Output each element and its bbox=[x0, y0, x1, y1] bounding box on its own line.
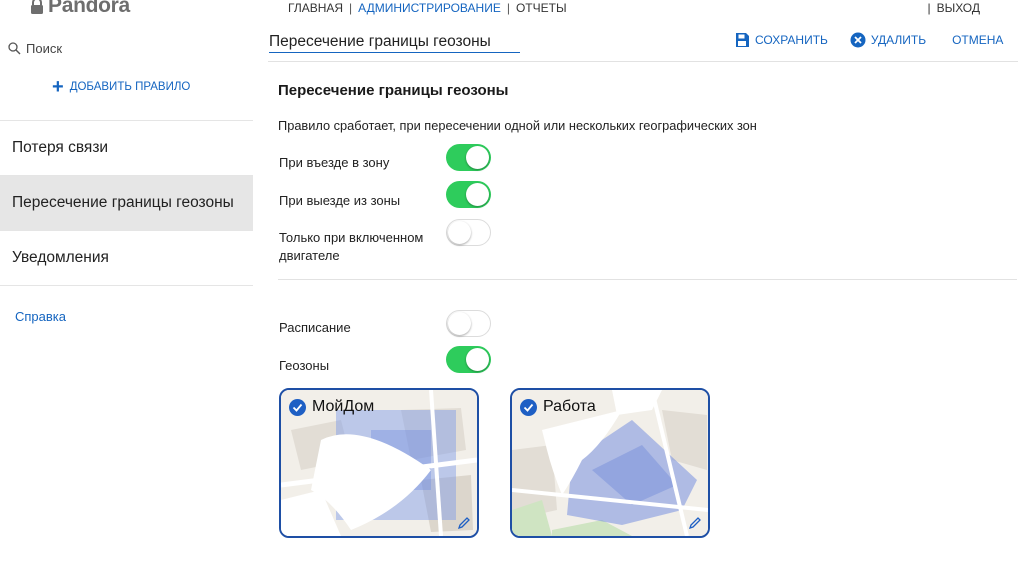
search-box bbox=[0, 30, 253, 66]
toggle-knob bbox=[466, 183, 489, 206]
rule-description: Правило сработает, при пересечении одной… bbox=[278, 118, 757, 133]
save-button[interactable]: СОХРАНИТЬ bbox=[734, 32, 828, 48]
help-link[interactable]: Справка bbox=[15, 309, 66, 324]
delete-label: УДАЛИТЬ bbox=[870, 33, 927, 47]
nav-separator: | bbox=[349, 1, 353, 15]
edit-icon[interactable] bbox=[688, 516, 702, 530]
app-logo[interactable]: Pandora bbox=[30, 0, 130, 17]
rule-item-geozone-crossing[interactable]: Пересечение границы геозоны bbox=[0, 176, 253, 231]
action-bar: СОХРАНИТЬ УДАЛИТЬ ОТМЕНА bbox=[734, 32, 1003, 48]
plus-icon: + bbox=[52, 76, 64, 98]
nav-reports[interactable]: ОТЧЕТЫ bbox=[516, 1, 567, 15]
geozone-name: МойДом bbox=[312, 398, 375, 415]
cancel-label: ОТМЕНА bbox=[952, 33, 1004, 47]
geozones-label: Геозоны bbox=[279, 358, 330, 373]
check-icon bbox=[289, 398, 306, 416]
save-label: СОХРАНИТЬ bbox=[755, 33, 828, 47]
delete-icon bbox=[850, 32, 866, 48]
geozone-card-home[interactable]: МойДом bbox=[279, 388, 479, 538]
enter-zone-toggle[interactable] bbox=[446, 144, 491, 171]
rule-name-field[interactable]: Пересечение границы геозоны bbox=[269, 33, 520, 53]
toggle-knob bbox=[466, 348, 489, 371]
add-rule-label: ДОБАВИТЬ ПРАВИЛО bbox=[69, 81, 191, 93]
rule-item-notifications[interactable]: Уведомления bbox=[0, 231, 253, 286]
search-icon bbox=[8, 41, 21, 54]
exit-area: | ВЫХОД bbox=[927, 1, 980, 15]
lock-icon bbox=[31, 0, 43, 14]
check-icon bbox=[520, 398, 537, 416]
card-header: МойДом bbox=[289, 398, 374, 416]
rule-item-connection-loss[interactable]: Потеря связи bbox=[0, 121, 253, 176]
rule-list: Потеря связи Пересечение границы геозоны… bbox=[0, 120, 253, 286]
top-navigation: ГЛАВНАЯ | АДМИНИСТРИРОВАНИЕ | ОТЧЕТЫ bbox=[288, 1, 567, 15]
save-icon bbox=[736, 33, 749, 47]
exit-link[interactable]: ВЫХОД bbox=[937, 1, 980, 15]
nav-home[interactable]: ГЛАВНАЯ bbox=[288, 1, 343, 15]
search-input[interactable] bbox=[26, 40, 226, 56]
nav-separator: | bbox=[506, 1, 510, 15]
add-rule-button[interactable]: + ДОБАВИТЬ ПРАВИЛО bbox=[52, 76, 191, 98]
schedule-toggle[interactable] bbox=[446, 310, 491, 337]
engine-on-toggle[interactable] bbox=[446, 219, 491, 246]
engine-on-label: Только при включенном двигателе bbox=[279, 230, 424, 263]
geozone-name: Работа bbox=[543, 398, 596, 415]
nav-administration[interactable]: АДМИНИСТРИРОВАНИЕ bbox=[358, 1, 501, 15]
header-divider bbox=[268, 61, 1018, 62]
delete-button[interactable]: УДАЛИТЬ bbox=[850, 32, 926, 48]
nav-separator: | bbox=[927, 1, 931, 15]
logo-text: Pandora bbox=[48, 0, 130, 17]
card-header: Работа bbox=[520, 398, 596, 416]
geozones-toggle[interactable] bbox=[446, 346, 491, 373]
toggle-knob bbox=[448, 221, 471, 244]
cancel-button[interactable]: ОТМЕНА bbox=[952, 33, 1003, 47]
section-divider bbox=[278, 279, 1017, 280]
enter-zone-label: При въезде в зону bbox=[279, 155, 390, 170]
section-title: Пересечение границы геозоны bbox=[278, 82, 509, 99]
schedule-label: Расписание bbox=[279, 320, 351, 335]
toggle-knob bbox=[466, 146, 489, 169]
edit-icon[interactable] bbox=[457, 516, 471, 530]
geozone-card-work[interactable]: Работа bbox=[510, 388, 710, 538]
exit-zone-toggle[interactable] bbox=[446, 181, 491, 208]
exit-zone-label: При выезде из зоны bbox=[279, 193, 401, 208]
toggle-knob bbox=[448, 312, 471, 335]
sidebar: + ДОБАВИТЬ ПРАВИЛО Потеря связи Пересече… bbox=[0, 30, 253, 572]
